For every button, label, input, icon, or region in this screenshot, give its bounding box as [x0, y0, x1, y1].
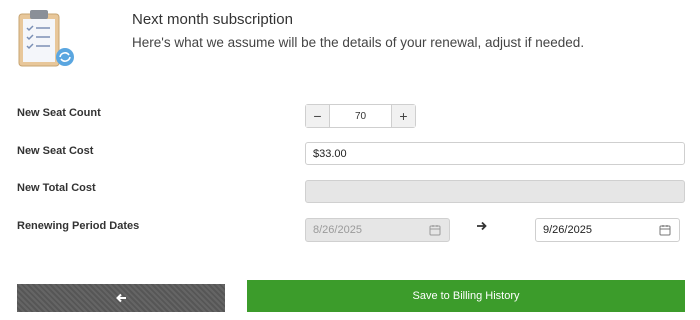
- arrow-right-icon: [477, 221, 487, 231]
- seat-count-label: New Seat Count: [17, 107, 101, 119]
- period-end-value: 9/26/2025: [543, 224, 592, 236]
- back-button[interactable]: [17, 284, 225, 312]
- seat-cost-input[interactable]: $33.00: [305, 142, 685, 165]
- clipboard-checklist-icon: [18, 10, 74, 67]
- calendar-icon[interactable]: [659, 224, 671, 236]
- save-to-billing-history-button[interactable]: Save to Billing History: [247, 280, 685, 312]
- decrement-button[interactable]: −: [306, 105, 330, 127]
- period-start-field: 8/26/2025: [305, 218, 450, 242]
- page-subtitle: Here's what we assume will be the detail…: [132, 35, 585, 50]
- arrow-left-icon: [116, 293, 126, 303]
- seat-count-value[interactable]: 70: [330, 105, 391, 127]
- page-title: Next month subscription: [132, 11, 293, 28]
- seat-count-stepper: − 70 +: [305, 104, 416, 128]
- total-cost-label: New Total Cost: [17, 182, 96, 194]
- seat-cost-value: $33.00: [313, 147, 347, 160]
- seat-cost-label: New Seat Cost: [17, 145, 94, 157]
- increment-button[interactable]: +: [391, 105, 415, 127]
- total-cost-field: [305, 180, 685, 203]
- calendar-icon: [429, 225, 441, 236]
- period-start-value: 8/26/2025: [313, 224, 362, 236]
- period-end-input[interactable]: 9/26/2025: [535, 218, 680, 242]
- renewing-period-label: Renewing Period Dates: [17, 220, 140, 232]
